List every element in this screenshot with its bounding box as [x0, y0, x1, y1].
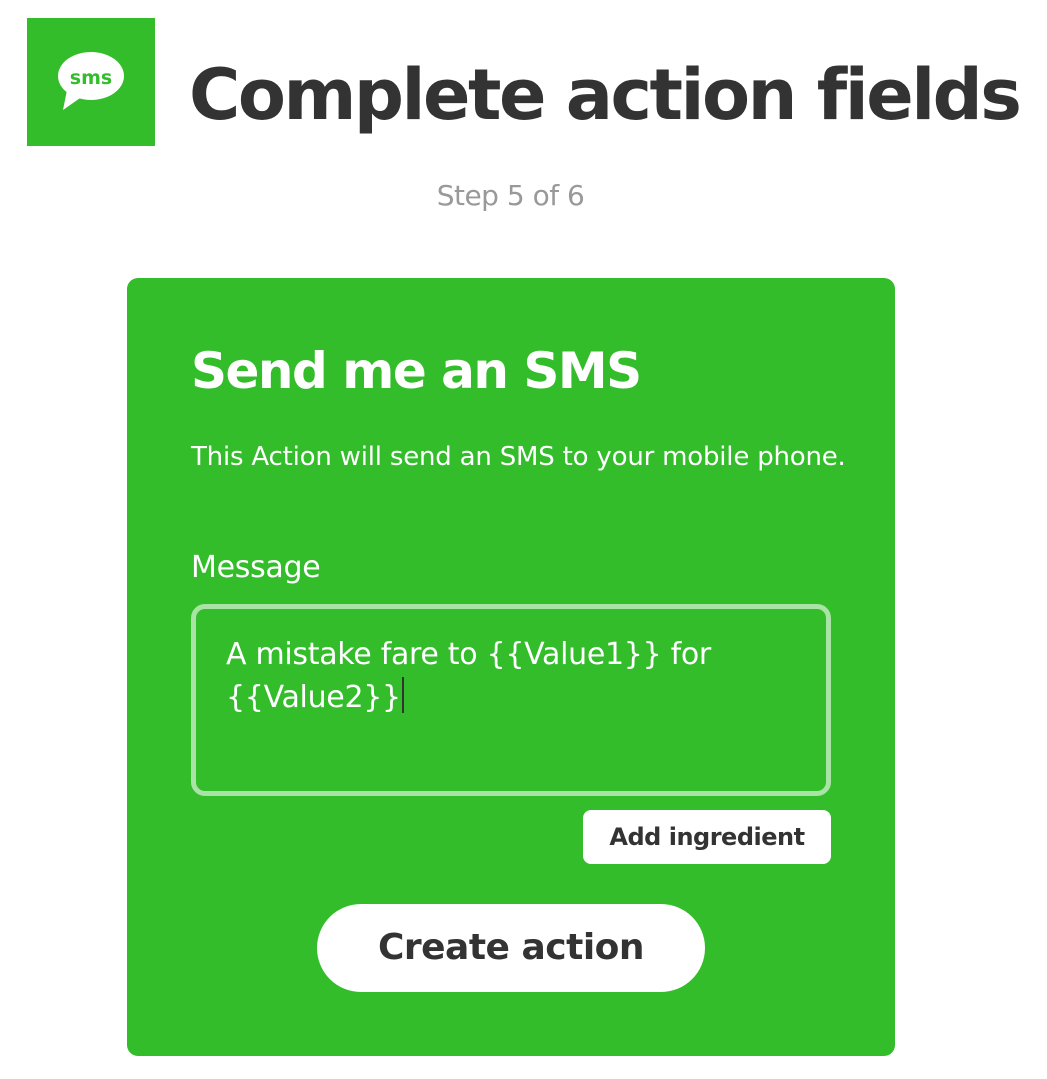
add-ingredient-button[interactable]: Add ingredient: [583, 810, 831, 864]
page-title: Complete action fields: [189, 54, 1022, 136]
sms-logo-text: sms: [70, 67, 112, 89]
text-caret: [401, 677, 404, 713]
message-input[interactable]: A mistake fare to {{Value1}} for {{Value…: [191, 604, 831, 796]
page: sms Complete action fields Step 5 of 6 S…: [0, 0, 1047, 1079]
step-indicator: Step 5 of 6: [436, 179, 585, 212]
action-description: This Action will send an SMS to your mob…: [191, 442, 846, 472]
sms-service-logo: sms: [27, 18, 155, 146]
message-input-text: A mistake fare to {{Value1}} for {{Value…: [226, 637, 711, 715]
action-card: Send me an SMS This Action will send an …: [127, 278, 895, 1056]
message-field-label: Message: [191, 550, 321, 585]
create-action-button[interactable]: Create action: [317, 904, 705, 992]
sms-speech-bubble-icon: sms: [58, 52, 124, 110]
action-title: Send me an SMS: [191, 342, 642, 400]
